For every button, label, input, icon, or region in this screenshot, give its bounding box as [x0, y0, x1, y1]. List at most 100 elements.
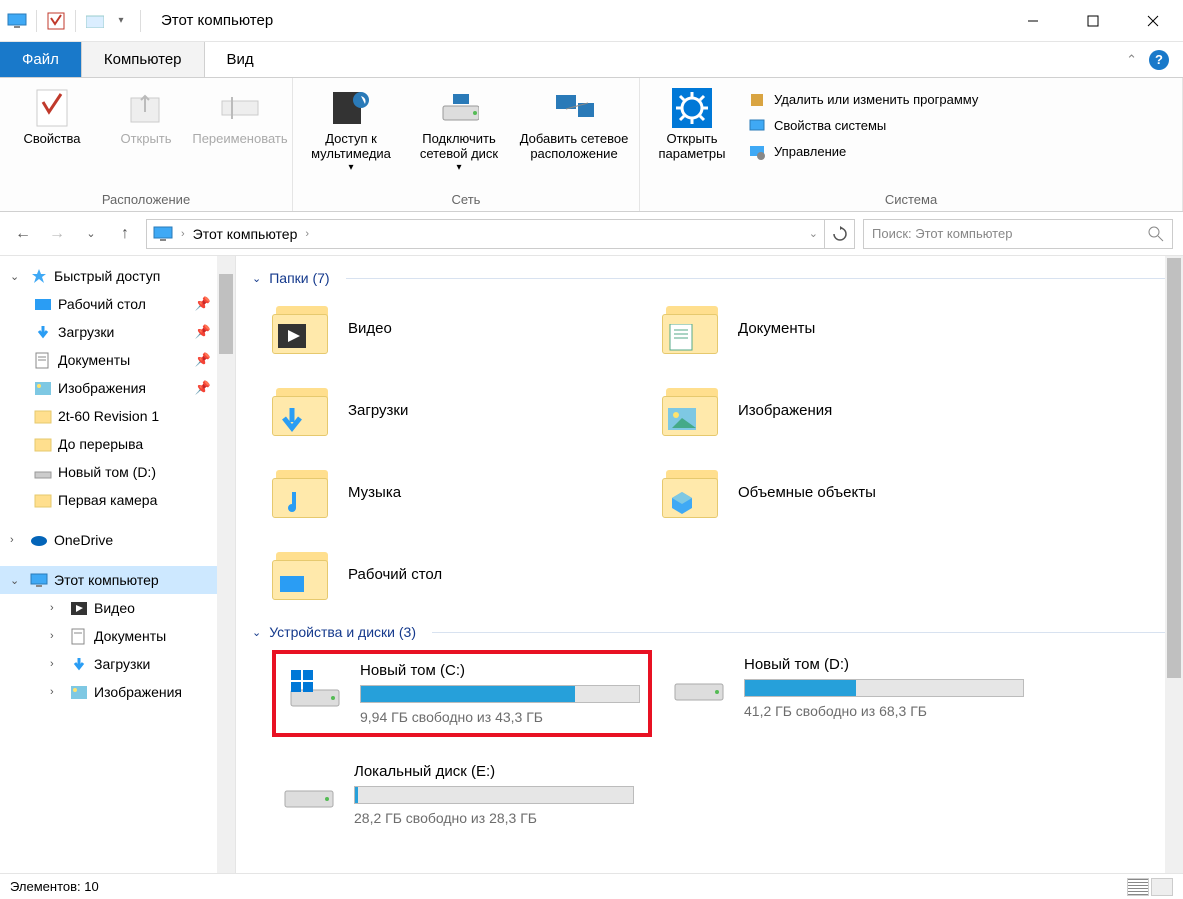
- address-bar[interactable]: › Этот компьютер › ⌄: [146, 219, 825, 249]
- group-label-location: Расположение: [10, 190, 282, 209]
- folder-item[interactable]: Объемные объекты: [662, 460, 1042, 524]
- sidebar-item[interactable]: › Документы: [0, 622, 235, 650]
- drive-info: 9,94 ГБ свободно из 43,3 ГБ: [360, 709, 640, 725]
- item-icon: [70, 683, 88, 701]
- sidebar-item[interactable]: › Видео: [0, 594, 235, 622]
- drive-item[interactable]: Новый том (C:) 9,94 ГБ свободно из 43,3 Г…: [272, 650, 652, 737]
- sidebar-item[interactable]: Загрузки📌: [0, 318, 235, 346]
- sidebar-item[interactable]: Новый том (D:): [0, 458, 235, 486]
- sidebar-item[interactable]: Изображения📌: [0, 374, 235, 402]
- folder-icon: [272, 466, 334, 518]
- content-area: ⌄ Папки (7) ВидеоДокументы Загрузки Изобра…: [236, 256, 1183, 873]
- chevron-right-icon[interactable]: ›: [50, 602, 64, 614]
- folder-item[interactable]: Изображения: [662, 378, 1042, 442]
- address-dropdown-icon[interactable]: ⌄: [809, 227, 818, 240]
- chevron-down-icon[interactable]: ⌄: [10, 270, 24, 283]
- sidebar-item[interactable]: › Изображения: [0, 678, 235, 706]
- properties-button[interactable]: Свойства: [10, 82, 94, 147]
- group-header-drives[interactable]: ⌄ Устройства и диски (3): [252, 624, 1167, 640]
- add-network-location-button[interactable]: Добавить сетевое расположение: [519, 82, 629, 162]
- drive-usage-bar: [354, 786, 634, 804]
- sidebar-item[interactable]: 2t-60 Revision 1: [0, 402, 235, 430]
- folder-item[interactable]: Рабочий стол: [272, 542, 652, 606]
- tab-file[interactable]: Файл: [0, 42, 81, 77]
- collapse-ribbon-icon[interactable]: ⌃: [1126, 52, 1137, 68]
- chevron-right-icon[interactable]: ›: [50, 686, 64, 698]
- tab-computer[interactable]: Компьютер: [81, 42, 205, 77]
- folder-icon: [662, 466, 724, 518]
- chevron-right-icon[interactable]: ›: [10, 534, 24, 546]
- sidebar-scrollbar[interactable]: [217, 256, 235, 873]
- folder-qat-icon[interactable]: [84, 10, 106, 32]
- search-input[interactable]: Поиск: Этот компьютер: [863, 219, 1173, 249]
- drive-item[interactable]: Новый том (D:)41,2 ГБ свободно из 68,3 Г…: [662, 650, 1042, 737]
- ribbon-tabs: Файл Компьютер Вид ⌃ ?: [0, 42, 1183, 78]
- drive-item[interactable]: Локальный диск (E:)28,2 ГБ свободно из 2…: [272, 757, 652, 832]
- sidebar-item[interactable]: Первая камера: [0, 486, 235, 514]
- folder-icon: [272, 384, 334, 436]
- open-button[interactable]: Открыть: [104, 82, 188, 147]
- folder-name: Загрузки: [348, 402, 408, 419]
- group-header-folders[interactable]: ⌄ Папки (7): [252, 270, 1167, 286]
- item-icon: [34, 323, 52, 341]
- up-button[interactable]: ↑: [112, 221, 138, 247]
- folder-name: Изображения: [738, 402, 832, 419]
- drive-info: 41,2 ГБ свободно из 68,3 ГБ: [744, 703, 1036, 719]
- sidebar-quick-access[interactable]: ⌄ Быстрый доступ: [0, 262, 235, 290]
- drive-usage-bar: [360, 685, 640, 703]
- refresh-button[interactable]: [825, 219, 855, 249]
- qat-dropdown-icon[interactable]: ▾: [110, 10, 132, 32]
- folder-item[interactable]: Музыка: [272, 460, 652, 524]
- map-drive-button[interactable]: Подключить сетевой диск ▾: [409, 82, 509, 173]
- ribbon: Свойства Открыть Переименовать Расположе…: [0, 78, 1183, 212]
- folder-item[interactable]: Видео: [272, 296, 652, 360]
- chevron-right-icon[interactable]: ›: [50, 658, 64, 670]
- system-properties-button[interactable]: Свойства системы: [744, 114, 982, 138]
- group-label-network: Сеть: [303, 190, 629, 209]
- sidebar-item-label: Изображения: [94, 684, 182, 700]
- sidebar-onedrive[interactable]: › OneDrive: [0, 526, 235, 554]
- media-access-button[interactable]: Доступ к мультимедиа ▾: [303, 82, 399, 173]
- group-label-system: Система: [650, 190, 1172, 209]
- sidebar-item[interactable]: ›Загрузки: [0, 650, 235, 678]
- minimize-button[interactable]: [1003, 0, 1063, 42]
- folder-icon: [272, 302, 334, 354]
- folder-icon: [662, 384, 724, 436]
- sidebar-item[interactable]: Документы📌: [0, 346, 235, 374]
- manage-button[interactable]: Управление: [744, 140, 982, 164]
- chevron-right-icon[interactable]: ›: [181, 228, 185, 240]
- content-scrollbar[interactable]: [1165, 256, 1183, 873]
- sidebar-item-label: Загрузки: [58, 324, 114, 340]
- uninstall-program-button[interactable]: Удалить или изменить программу: [744, 88, 982, 112]
- drive-name: Новый том (C:): [360, 662, 640, 679]
- pin-icon: 📌: [195, 296, 211, 312]
- back-button[interactable]: ←: [10, 221, 36, 247]
- sidebar-item-label: Документы: [94, 628, 166, 644]
- maximize-button[interactable]: [1063, 0, 1123, 42]
- forward-button[interactable]: →: [44, 221, 70, 247]
- item-icon: [34, 295, 52, 313]
- sidebar-item[interactable]: Рабочий стол📌: [0, 290, 235, 318]
- help-icon[interactable]: ?: [1149, 50, 1169, 70]
- recent-dropdown-icon[interactable]: ⌄: [78, 221, 104, 247]
- sidebar-item-label: Видео: [94, 600, 135, 616]
- tab-view[interactable]: Вид: [205, 42, 276, 77]
- item-icon: [34, 407, 52, 425]
- folder-item[interactable]: Загрузки: [272, 378, 652, 442]
- sidebar-item-label: Новый том (D:): [58, 464, 156, 480]
- folder-item[interactable]: Документы: [662, 296, 1042, 360]
- properties-qat-icon[interactable]: [45, 10, 67, 32]
- rename-button[interactable]: Переименовать: [198, 82, 282, 147]
- sidebar-item-label: Изображения: [58, 380, 146, 396]
- breadcrumb[interactable]: Этот компьютер: [193, 226, 298, 242]
- chevron-down-icon: ⌄: [252, 626, 261, 639]
- close-button[interactable]: [1123, 0, 1183, 42]
- item-icon: [34, 463, 52, 481]
- chevron-down-icon[interactable]: ⌄: [10, 574, 24, 587]
- chevron-right-icon[interactable]: ›: [305, 228, 309, 240]
- sidebar-item[interactable]: До перерыва: [0, 430, 235, 458]
- computer-icon: [153, 226, 173, 242]
- chevron-right-icon[interactable]: ›: [50, 630, 64, 642]
- open-settings-button[interactable]: Открыть параметры: [650, 82, 734, 162]
- sidebar-this-pc[interactable]: ⌄ Этот компьютер: [0, 566, 235, 594]
